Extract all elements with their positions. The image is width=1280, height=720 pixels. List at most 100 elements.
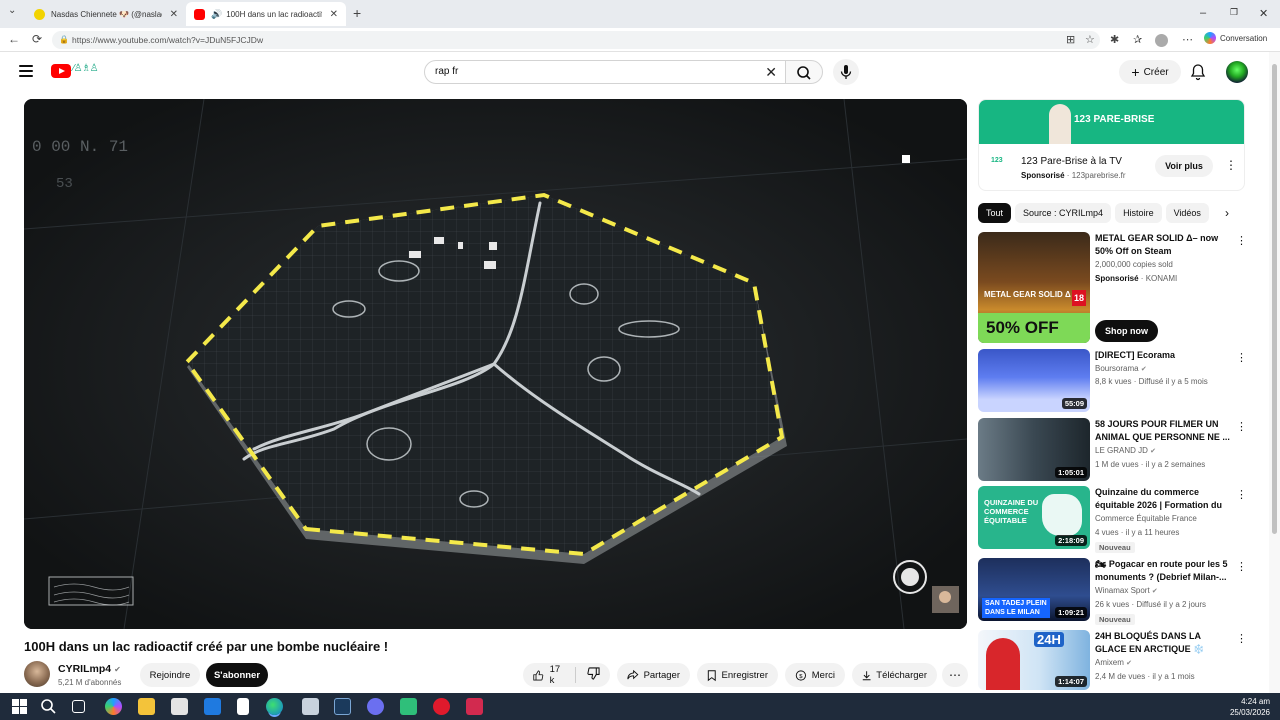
more-vert-icon[interactable]: ⋮ (1236, 632, 1247, 645)
copilot-button[interactable]: Conversation (1204, 32, 1267, 44)
chip-source[interactable]: Source : CYRILmp4 (1015, 203, 1112, 223)
file-explorer-icon[interactable] (138, 698, 155, 715)
youtube-doodle-icon[interactable]: ⁄♙♗♙ (73, 63, 99, 74)
video-title[interactable]: [DIRECT] Ecorama (1095, 349, 1231, 362)
more-vert-icon[interactable]: ⋮ (1225, 158, 1237, 172)
close-tab-icon[interactable]: ✕ (170, 9, 178, 20)
close-window-icon[interactable]: ✕ (1259, 7, 1268, 20)
more-vert-icon[interactable]: ⋮ (1236, 560, 1247, 573)
search-button[interactable] (785, 60, 823, 84)
chip-videos[interactable]: Vidéos (1165, 203, 1209, 223)
restore-icon[interactable]: ❐ (1230, 7, 1238, 18)
ad-banner[interactable]: 123 PARE-BRISE (979, 100, 1244, 144)
create-button[interactable]: + Créer (1119, 60, 1181, 84)
windows-start-icon[interactable] (11, 698, 28, 715)
discord-icon[interactable] (367, 698, 384, 715)
dislike-button[interactable] (587, 667, 600, 683)
video-thumbnail[interactable]: 1:05:01 (978, 418, 1090, 481)
more-actions-button[interactable]: ⋯ (942, 663, 968, 687)
video-thumbnail[interactable]: QUINZAINE DU COMMERCE ÉQUITABLE 2:18:09 (978, 486, 1090, 549)
video-player[interactable]: 0 00 N. 71 53 (24, 99, 967, 629)
video-title[interactable]: 24H BLOQUÉS DANS LA GLACE EN ARCTIQUE ❄️ (1095, 630, 1231, 656)
refresh-icon[interactable]: ⟳ (32, 32, 42, 46)
account-avatar[interactable] (1226, 61, 1248, 83)
notifications-button[interactable] (1190, 63, 1206, 86)
ad-cta-button[interactable]: Voir plus (1155, 155, 1213, 177)
search-icon[interactable] (40, 698, 57, 715)
more-vert-icon[interactable]: ⋮ (1236, 488, 1247, 501)
profile-icon[interactable] (1155, 34, 1168, 47)
app-red-icon[interactable] (466, 698, 483, 715)
app-install-icon[interactable]: ⊞ (1066, 33, 1075, 46)
subscribe-button[interactable]: S'abonner (206, 663, 268, 687)
favorites-icon[interactable]: ✰ (1133, 33, 1142, 46)
edge-icon[interactable] (266, 698, 283, 715)
tab-video[interactable]: 🔊 100H dans un lac radioactif cr ✕ (186, 2, 346, 26)
recommendation-item[interactable]: 55:09 [DIRECT] Ecorama Boursorama ✔ 8,8 … (978, 349, 1247, 412)
like-button[interactable]: 17 k (533, 664, 564, 686)
spotify-like-icon[interactable] (400, 698, 417, 715)
hamburger-menu-icon[interactable] (19, 65, 33, 77)
video-thumbnail[interactable]: 55:09 (978, 349, 1090, 412)
more-menu-icon[interactable]: ⋯ (1182, 33, 1193, 46)
recommendation-item[interactable]: QUINZAINE DU COMMERCE ÉQUITABLE 2:18:09 … (978, 486, 1247, 553)
search-input[interactable]: rap fr ✕ (424, 60, 786, 84)
more-vert-icon[interactable]: ⋮ (1236, 420, 1247, 433)
store-icon[interactable] (171, 698, 188, 715)
youtube-logo[interactable] (51, 64, 71, 78)
tab-list-icon[interactable]: ⌄ (8, 5, 16, 16)
share-button[interactable]: Partager (617, 663, 690, 687)
chip-all[interactable]: Tout (978, 203, 1012, 223)
chevron-right-icon[interactable]: › (1225, 206, 1229, 220)
scrollbar-thumb[interactable] (1272, 64, 1277, 534)
system-clock[interactable]: 4:24 am 25/03/2026 (1230, 696, 1270, 718)
favorite-star-icon[interactable]: ☆ (1085, 33, 1095, 46)
channel-avatar[interactable] (24, 661, 50, 687)
thumbs-down-icon (587, 667, 600, 680)
notepad-icon[interactable] (237, 698, 249, 715)
download-button[interactable]: Télécharger (852, 663, 937, 687)
join-button[interactable]: Rejoindre (140, 663, 200, 687)
new-badge: Nouveau (1095, 614, 1135, 625)
new-badge: Nouveau (1095, 542, 1135, 553)
channel-name-link[interactable]: CYRILmp4 ✔ (58, 663, 121, 675)
video-thumbnail[interactable]: SAN TADEJ PLEIN DANS LE MILAN 1:09:21 (978, 558, 1090, 621)
recommendation-sponsored[interactable]: METAL GEAR SOLID Δ 18 50% OFF METAL GEAR… (978, 232, 1247, 344)
more-vert-icon[interactable]: ⋮ (1236, 234, 1247, 247)
chip-history[interactable]: Histoire (1115, 203, 1162, 223)
copilot-taskbar-icon[interactable] (105, 698, 122, 715)
like-count: 17 k (549, 664, 561, 686)
recommendation-item[interactable]: 24H 1:14:07 24H BLOQUÉS DANS LA GLACE EN… (978, 630, 1247, 693)
shop-now-button[interactable]: Shop now (1095, 320, 1158, 342)
url-field[interactable]: 🔒 https://www.youtube.com/watch?v=JDuN5F… (52, 31, 1100, 49)
more-vert-icon[interactable]: ⋮ (1236, 351, 1247, 364)
tab-nasdas[interactable]: Nasdas Chiennete 🐶 (@naslachie ✕ (26, 2, 186, 26)
mail-icon[interactable] (204, 698, 221, 715)
video-thumbnail[interactable]: METAL GEAR SOLID Δ 18 50% OFF (978, 232, 1090, 343)
sponsored-ad-card[interactable]: 123 PARE-BRISE 123 123 Pare-Brise à la T… (978, 99, 1245, 191)
back-icon[interactable]: ← (8, 32, 20, 46)
page-scrollbar[interactable] (1269, 52, 1280, 693)
video-thumbnail[interactable]: 24H 1:14:07 (978, 630, 1090, 690)
thanks-button[interactable]: $ Merci (785, 663, 845, 687)
voice-search-button[interactable] (833, 59, 859, 85)
save-button[interactable]: Enregistrer (697, 663, 778, 687)
recommendation-item[interactable]: SAN TADEJ PLEIN DANS LE MILAN 1:09:21 🏍 … (978, 558, 1247, 625)
video-title[interactable]: Quinzaine du commerce équitable 2026 | F… (1095, 486, 1231, 512)
task-view-icon[interactable] (72, 700, 85, 713)
video-title[interactable]: 🏍 Pogacar en route pour les 5 monuments … (1095, 558, 1231, 584)
ad-title[interactable]: 123 Pare-Brise à la TV (1021, 156, 1122, 167)
minimize-icon[interactable]: – (1200, 7, 1206, 19)
opera-icon[interactable] (433, 698, 450, 715)
video-title[interactable]: 58 JOURS POUR FILMER UN ANIMAL QUE PERSO… (1095, 418, 1231, 444)
new-tab-button[interactable]: + (353, 5, 361, 21)
thumbnail-text: SAN TADEJ PLEIN DANS LE MILAN (982, 598, 1050, 618)
vm-icon[interactable] (302, 698, 319, 715)
steam-icon[interactable] (334, 698, 351, 715)
clear-search-icon[interactable]: ✕ (765, 61, 777, 83)
video-title[interactable]: METAL GEAR SOLID Δ– now 50% Off on Steam (1095, 232, 1231, 258)
extensions-icon[interactable]: ✱ (1110, 33, 1119, 46)
close-tab-icon[interactable]: ✕ (330, 9, 338, 20)
recommendation-item[interactable]: 1:05:01 58 JOURS POUR FILMER UN ANIMAL Q… (978, 418, 1247, 481)
video-meta: 8,8 k vues · Diffusé il y a 5 mois (1095, 377, 1208, 386)
